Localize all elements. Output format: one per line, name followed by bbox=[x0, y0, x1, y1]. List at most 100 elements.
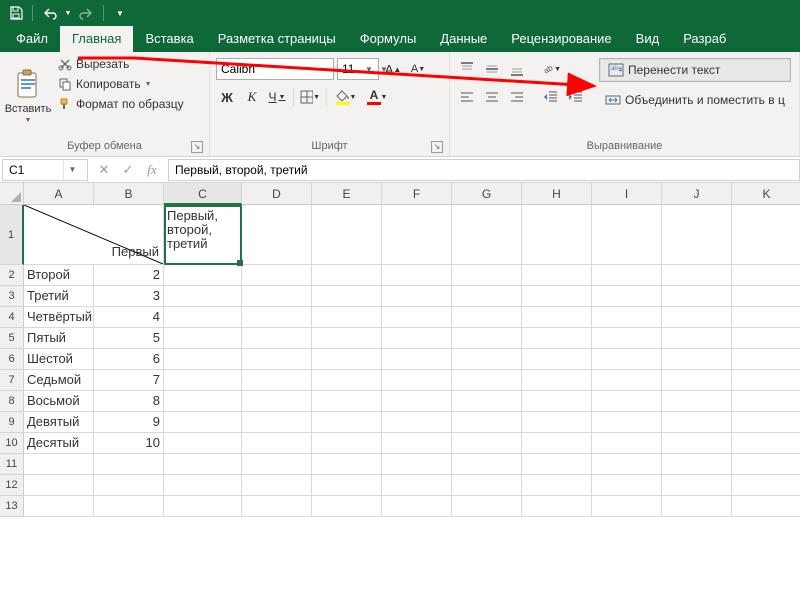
cell[interactable]: 9 bbox=[94, 412, 164, 433]
cell[interactable] bbox=[382, 454, 452, 475]
cell[interactable] bbox=[452, 475, 522, 496]
cell[interactable] bbox=[382, 265, 452, 286]
cell[interactable] bbox=[592, 496, 662, 517]
increase-font-icon[interactable]: A▲ bbox=[382, 58, 404, 80]
row-header[interactable]: 7 bbox=[0, 370, 24, 391]
cell[interactable] bbox=[592, 286, 662, 307]
cell[interactable] bbox=[164, 412, 242, 433]
cell[interactable] bbox=[592, 454, 662, 475]
cell[interactable] bbox=[242, 349, 312, 370]
orientation-button[interactable]: ab▼ bbox=[540, 58, 562, 80]
cell[interactable] bbox=[242, 454, 312, 475]
cell[interactable] bbox=[24, 454, 94, 475]
cell[interactable] bbox=[312, 328, 382, 349]
cell[interactable] bbox=[522, 475, 592, 496]
cell[interactable]: Десятый bbox=[24, 433, 94, 454]
cell[interactable] bbox=[522, 328, 592, 349]
cell[interactable] bbox=[452, 349, 522, 370]
cell[interactable] bbox=[164, 433, 242, 454]
chevron-down-icon[interactable]: ▼ bbox=[362, 65, 376, 74]
cell[interactable] bbox=[312, 370, 382, 391]
cell[interactable] bbox=[452, 328, 522, 349]
cell[interactable] bbox=[164, 349, 242, 370]
cell[interactable] bbox=[522, 286, 592, 307]
cell[interactable] bbox=[732, 433, 800, 454]
tab-view[interactable]: Вид bbox=[624, 26, 672, 52]
row-header[interactable]: 3 bbox=[0, 286, 24, 307]
cell[interactable] bbox=[312, 265, 382, 286]
cell[interactable] bbox=[312, 433, 382, 454]
cell[interactable] bbox=[242, 265, 312, 286]
font-size-input[interactable] bbox=[338, 62, 362, 76]
cancel-formula-icon[interactable]: ✕ bbox=[92, 159, 116, 181]
cell[interactable] bbox=[312, 286, 382, 307]
cell[interactable] bbox=[312, 349, 382, 370]
cell[interactable] bbox=[24, 475, 94, 496]
cell[interactable] bbox=[592, 475, 662, 496]
cell[interactable] bbox=[662, 454, 732, 475]
cell[interactable] bbox=[732, 391, 800, 412]
tab-home[interactable]: Главная bbox=[60, 26, 133, 52]
merge-center-button[interactable]: Объединить и поместить в ц bbox=[599, 88, 791, 112]
cell[interactable] bbox=[382, 496, 452, 517]
cell[interactable] bbox=[382, 433, 452, 454]
cell[interactable] bbox=[452, 265, 522, 286]
cell[interactable] bbox=[732, 328, 800, 349]
cell[interactable] bbox=[242, 496, 312, 517]
cell[interactable] bbox=[164, 370, 242, 391]
cell[interactable] bbox=[242, 328, 312, 349]
align-bottom-icon[interactable] bbox=[506, 58, 528, 80]
cell[interactable] bbox=[522, 205, 592, 265]
cell[interactable] bbox=[242, 433, 312, 454]
font-name-combo[interactable]: ▼ bbox=[216, 58, 334, 80]
cell[interactable]: 3 bbox=[94, 286, 164, 307]
cell[interactable] bbox=[662, 496, 732, 517]
cell[interactable] bbox=[592, 328, 662, 349]
cell[interactable] bbox=[164, 496, 242, 517]
cell[interactable] bbox=[164, 265, 242, 286]
tab-file[interactable]: Файл bbox=[4, 26, 60, 52]
cell[interactable] bbox=[452, 454, 522, 475]
cell[interactable]: Восьмой bbox=[24, 391, 94, 412]
align-middle-icon[interactable] bbox=[481, 58, 503, 80]
cell[interactable] bbox=[452, 286, 522, 307]
cell[interactable] bbox=[662, 205, 732, 265]
cell[interactable]: Пятый bbox=[24, 328, 94, 349]
cell[interactable] bbox=[382, 307, 452, 328]
cell[interactable] bbox=[312, 454, 382, 475]
cell[interactable] bbox=[382, 412, 452, 433]
cell[interactable] bbox=[522, 412, 592, 433]
name-box[interactable]: ▼ bbox=[2, 159, 88, 181]
cell[interactable] bbox=[312, 412, 382, 433]
cell[interactable] bbox=[592, 349, 662, 370]
tab-data[interactable]: Данные bbox=[428, 26, 499, 52]
cell[interactable] bbox=[382, 370, 452, 391]
clipboard-dialog-launcher-icon[interactable]: ↘ bbox=[191, 141, 203, 153]
cell[interactable] bbox=[312, 391, 382, 412]
cell[interactable] bbox=[592, 433, 662, 454]
formula-input[interactable] bbox=[168, 159, 800, 181]
enter-formula-icon[interactable]: ✓ bbox=[116, 159, 140, 181]
cell[interactable] bbox=[242, 286, 312, 307]
cell[interactable] bbox=[312, 307, 382, 328]
bold-button[interactable]: Ж bbox=[216, 86, 238, 108]
cell[interactable]: 2 bbox=[94, 265, 164, 286]
cell[interactable] bbox=[662, 370, 732, 391]
cell[interactable] bbox=[662, 307, 732, 328]
row-header[interactable]: 6 bbox=[0, 349, 24, 370]
cell[interactable] bbox=[662, 412, 732, 433]
col-header[interactable]: D bbox=[242, 183, 312, 205]
cell[interactable] bbox=[164, 475, 242, 496]
font-size-combo[interactable]: ▼ bbox=[337, 58, 379, 80]
paste-dropdown-icon[interactable]: ▼ bbox=[25, 117, 32, 124]
cell[interactable] bbox=[662, 328, 732, 349]
cell[interactable]: Второй bbox=[24, 265, 94, 286]
cell[interactable] bbox=[312, 475, 382, 496]
cell[interactable] bbox=[382, 391, 452, 412]
align-left-icon[interactable] bbox=[456, 86, 478, 108]
cell[interactable] bbox=[522, 370, 592, 391]
insert-function-icon[interactable]: fx bbox=[140, 159, 164, 181]
cell[interactable] bbox=[242, 391, 312, 412]
cell[interactable] bbox=[242, 307, 312, 328]
cell[interactable] bbox=[522, 454, 592, 475]
